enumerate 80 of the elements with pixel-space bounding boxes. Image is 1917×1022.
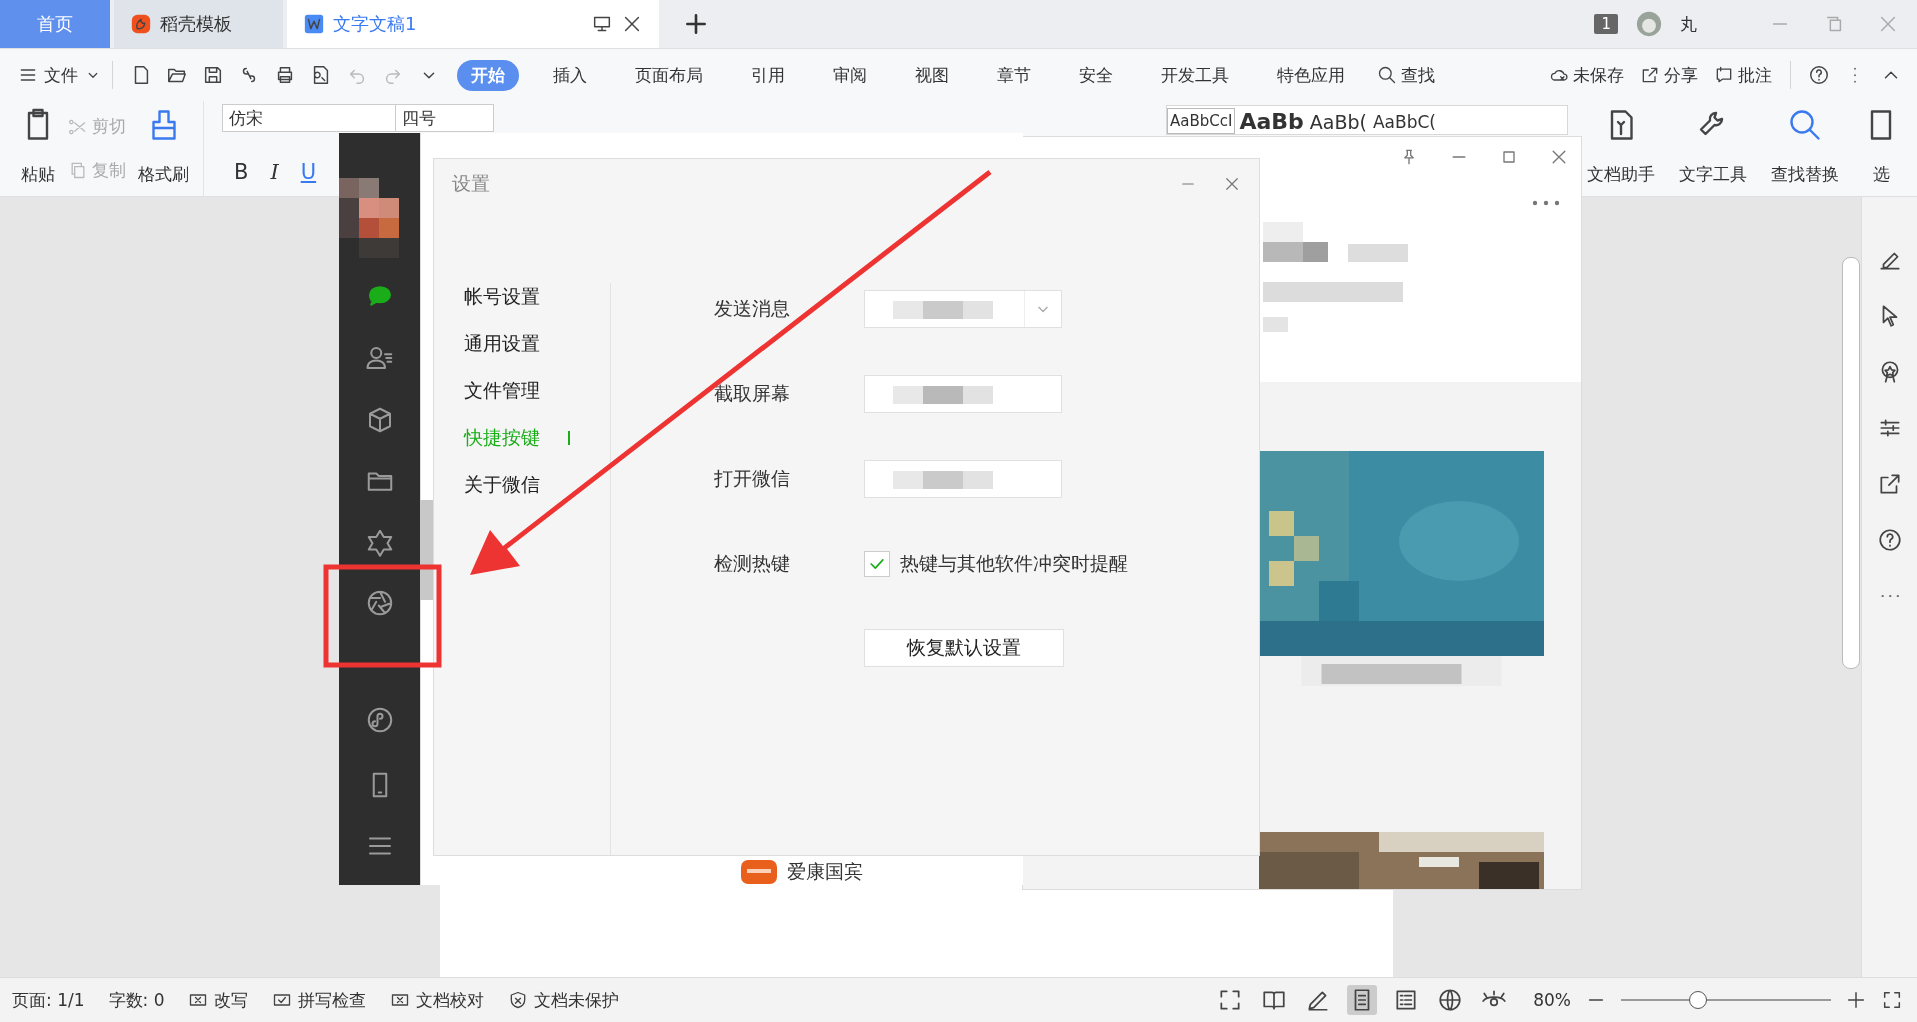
reset-defaults-button[interactable]: 恢复默认设置 — [864, 629, 1064, 667]
shortcut-field[interactable] — [864, 375, 1062, 413]
ribbon-tab[interactable]: 开发工具 — [1147, 59, 1243, 91]
status-button[interactable]: 文档未保护 — [508, 988, 620, 1012]
settings-nav-item[interactable]: 帐号设置 — [464, 284, 540, 310]
selection-marker — [568, 431, 570, 445]
shortcut-label: 检测热键 — [714, 551, 791, 576]
settings-nav-item[interactable]: 文件管理 — [464, 378, 540, 404]
help-icon[interactable] — [1876, 527, 1903, 553]
ribbon-tab[interactable]: 安全 — [1065, 59, 1127, 91]
checkbox[interactable] — [864, 551, 890, 577]
font-name-field[interactable]: 仿宋 — [222, 104, 396, 132]
shortcut-field[interactable] — [864, 460, 1062, 498]
font-size-field[interactable]: 四号 — [396, 104, 494, 132]
style-preset[interactable]: AaBbC( — [1370, 110, 1438, 134]
style-preset[interactable]: AaBb — [1237, 110, 1306, 134]
tool-button[interactable]: 选 — [1872, 163, 1890, 186]
share-icon — [1640, 65, 1660, 85]
brand-logo-icon — [741, 860, 777, 884]
toolbar-button[interactable]: 批注 — [1714, 63, 1772, 87]
dialog-title: 设置 — [452, 171, 490, 196]
style-preset[interactable]: AaBb( — [1307, 110, 1369, 134]
format-button[interactable]: B — [234, 160, 249, 184]
zoom-in-icon[interactable] — [1845, 989, 1867, 1011]
close-icon[interactable] — [1223, 175, 1241, 193]
aperture-icon[interactable] — [365, 588, 395, 618]
shortcut-label: 打开微信 — [714, 466, 791, 491]
new-tab-icon[interactable] — [683, 11, 709, 37]
ribbon-tab[interactable]: 审阅 — [819, 59, 881, 91]
checkbox-label[interactable]: 热键与其他软件冲突时提醒 — [900, 551, 1128, 577]
comment-icon — [1714, 65, 1734, 85]
shortcut-label: 发送消息 — [714, 296, 791, 321]
document-tab[interactable]: 稻壳模板 — [114, 0, 283, 48]
search-button[interactable]: 查找 — [1377, 63, 1435, 87]
help-icon[interactable] — [1808, 64, 1830, 86]
tool-button[interactable]: 文档助手 — [1587, 163, 1655, 186]
format-button[interactable]: I — [270, 160, 279, 184]
ribbon-tab[interactable]: 插入 — [539, 59, 601, 91]
scrollbar-thumb[interactable] — [420, 500, 433, 600]
status-button[interactable]: 拼写检查 — [272, 988, 367, 1012]
more-icon[interactable] — [1531, 199, 1561, 207]
search-icon — [1377, 65, 1397, 85]
save-icon[interactable] — [202, 64, 224, 86]
hexagram-icon[interactable] — [365, 527, 395, 557]
tool-button[interactable]: 文字工具 — [1679, 163, 1747, 186]
chat-name[interactable]: 爱康国宾 — [787, 859, 863, 885]
settings-nav-item[interactable]: 关于微信 — [464, 472, 540, 498]
ribbon-tab[interactable]: 特色应用 — [1263, 59, 1359, 91]
zoom-dropdown[interactable]: 80% — [1533, 990, 1571, 1010]
flame-logo-icon — [130, 13, 152, 35]
page-view-icon[interactable] — [1347, 985, 1378, 1015]
fit-icon[interactable] — [1881, 989, 1903, 1011]
style-preset[interactable]: AaBbCcI — [1167, 108, 1236, 134]
ribbon-tab[interactable]: 页面布局 — [621, 59, 717, 91]
search-icon[interactable] — [1787, 107, 1823, 143]
file-menu[interactable]: 文件 — [18, 63, 102, 87]
settings-nav-item[interactable]: 通用设置 — [464, 331, 540, 357]
zoom-slider-thumb[interactable] — [1688, 991, 1707, 1009]
user-name[interactable]: 丸 — [1680, 12, 1697, 36]
document-tab[interactable]: 文字文稿1 — [287, 0, 659, 48]
status-button[interactable]: 改写 — [188, 988, 249, 1012]
toolbar-button[interactable]: 未保存 — [1549, 63, 1624, 87]
toolbar-button[interactable]: 分享 — [1640, 63, 1698, 87]
ribbon-tab[interactable]: 视图 — [901, 59, 963, 91]
tool-button[interactable]: 查找替换 — [1771, 163, 1839, 186]
avatar[interactable] — [339, 178, 399, 258]
window-count-badge[interactable]: 1 — [1594, 14, 1618, 34]
writer-logo-icon — [303, 13, 325, 35]
ribbon-tab[interactable]: 引用 — [737, 59, 799, 91]
mini-program-icon[interactable] — [365, 705, 395, 735]
ribbon-tab[interactable]: 章节 — [983, 59, 1045, 91]
format-button[interactable]: U — [300, 160, 317, 184]
scrollbar-thumb[interactable] — [1842, 257, 1860, 669]
word-count: 字数: 0 — [108, 988, 165, 1012]
format-painter-button[interactable]: 格式刷 — [138, 163, 189, 186]
shortcut-field[interactable] — [864, 290, 1062, 328]
status-button[interactable]: 文档校对 — [390, 988, 485, 1012]
paste-button[interactable]: 粘贴 — [21, 163, 55, 186]
shortcut-label: 截取屏幕 — [714, 381, 791, 406]
page-count: 页面: 1/1 — [12, 988, 85, 1012]
